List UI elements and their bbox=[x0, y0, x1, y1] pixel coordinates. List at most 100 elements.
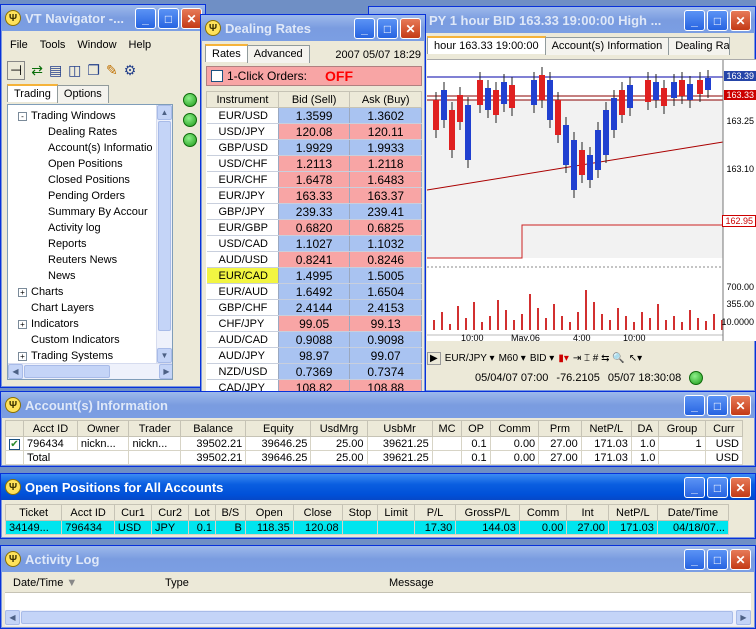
close-button[interactable]: ✕ bbox=[730, 395, 751, 416]
scroll-left-button[interactable]: ◀ bbox=[8, 364, 23, 379]
tree-item[interactable]: Open Positions bbox=[18, 156, 172, 172]
minimize-button[interactable]: _ bbox=[135, 8, 156, 29]
col-header[interactable]: DA bbox=[630, 420, 660, 437]
col-header[interactable]: B/S bbox=[215, 504, 246, 521]
bar-type-icon[interactable]: ▮▾ bbox=[558, 353, 569, 364]
minimize-button[interactable]: _ bbox=[684, 395, 705, 416]
maximize-button[interactable]: □ bbox=[377, 18, 398, 39]
instrument-cell[interactable]: NZD/USD bbox=[206, 363, 279, 380]
ask-cell[interactable]: 1.5005 bbox=[349, 267, 422, 284]
ask-cell[interactable]: 2.4153 bbox=[349, 299, 422, 316]
menu-tools[interactable]: Tools bbox=[34, 39, 72, 51]
position-cell[interactable]: 796434 bbox=[61, 520, 115, 535]
scroll-thumb[interactable] bbox=[158, 121, 171, 331]
account-cell[interactable]: nickn... bbox=[76, 436, 130, 451]
col-header[interactable]: Acct ID bbox=[23, 420, 78, 437]
tree-item[interactable]: Chart Layers bbox=[18, 300, 172, 316]
rate-row[interactable]: GBP/CHF 2.4144 2.4153 bbox=[206, 299, 422, 316]
bid-cell[interactable]: 1.1027 bbox=[278, 235, 351, 252]
one-click-checkbox[interactable] bbox=[211, 70, 223, 82]
scroll-up-button[interactable]: ▲ bbox=[157, 105, 172, 120]
account-cell[interactable]: USD bbox=[704, 436, 744, 451]
col-header[interactable]: Balance bbox=[180, 420, 247, 437]
maximize-button[interactable]: □ bbox=[707, 477, 728, 498]
col-header[interactable]: P/L bbox=[413, 504, 457, 521]
instrument-cell[interactable]: EUR/CHF bbox=[206, 171, 279, 188]
col-header[interactable]: MC bbox=[431, 420, 463, 437]
bid-cell[interactable]: 120.08 bbox=[278, 123, 351, 140]
instrument-cell[interactable]: AUD/USD bbox=[206, 251, 279, 268]
brush-icon[interactable]: ✎ bbox=[106, 62, 118, 79]
rate-row[interactable]: GBP/JPY 239.33 239.41 bbox=[206, 203, 422, 220]
position-cell[interactable]: USD bbox=[113, 520, 153, 535]
expand-icon[interactable]: + bbox=[18, 287, 27, 297]
period-select[interactable]: M60 ▾ bbox=[499, 353, 526, 364]
instrument-cell[interactable]: GBP/USD bbox=[206, 139, 279, 156]
position-cell[interactable] bbox=[377, 520, 415, 535]
pin-icon[interactable]: ⊣ bbox=[7, 60, 26, 80]
scroll-left-button[interactable]: ◀ bbox=[5, 610, 20, 625]
bid-cell[interactable]: 239.33 bbox=[278, 203, 351, 220]
position-cell[interactable]: JPY bbox=[151, 520, 190, 535]
bid-cell[interactable]: 1.6492 bbox=[278, 283, 351, 300]
expand-icon[interactable]: + bbox=[18, 319, 27, 329]
rate-row[interactable]: NZD/USD 0.7369 0.7374 bbox=[206, 363, 422, 380]
tree-item[interactable]: Closed Positions bbox=[18, 172, 172, 188]
col-header[interactable]: Open bbox=[244, 504, 294, 521]
account-cell[interactable]: nickn... bbox=[128, 436, 182, 451]
bid-cell[interactable]: 163.33 bbox=[278, 187, 351, 204]
activity-titlebar[interactable]: Ψ Activity Log bbox=[1, 546, 755, 572]
tab-rates[interactable]: Rates bbox=[205, 44, 248, 62]
account-titlebar[interactable]: Ψ Account(s) Information bbox=[1, 392, 755, 418]
hscroll-thumb[interactable] bbox=[24, 365, 110, 378]
col-header[interactable]: Date/Time bbox=[656, 504, 730, 521]
bid-cell[interactable]: 0.7369 bbox=[278, 363, 351, 380]
tree-item[interactable]: + Trading Systems bbox=[18, 348, 172, 364]
col-header[interactable]: Group bbox=[658, 420, 706, 437]
bid-cell[interactable]: 0.9088 bbox=[278, 331, 351, 348]
check-icon[interactable]: ✔ bbox=[9, 438, 20, 450]
ask-cell[interactable]: 1.9933 bbox=[349, 139, 422, 156]
tree-item[interactable]: Account(s) Informatio bbox=[18, 140, 172, 156]
cursor-icon[interactable]: ↖▾ bbox=[629, 353, 642, 364]
cascade-icon[interactable]: ❐ bbox=[87, 62, 100, 79]
maximize-button[interactable]: □ bbox=[158, 8, 179, 29]
instrument-cell[interactable]: EUR/JPY bbox=[206, 187, 279, 204]
account-cell[interactable]: 0.1 bbox=[461, 436, 491, 451]
symbol-select[interactable]: EUR/JPY ▾ bbox=[445, 353, 495, 364]
col-header[interactable]: Cur1 bbox=[113, 504, 153, 521]
account-cell[interactable]: 796434 bbox=[23, 436, 78, 451]
tree-item[interactable]: News bbox=[18, 268, 172, 284]
col-header[interactable]: Cur2 bbox=[151, 504, 190, 521]
instrument-cell[interactable]: EUR/GBP bbox=[206, 219, 279, 236]
col-header[interactable]: Comm bbox=[518, 504, 568, 521]
minimize-button[interactable]: _ bbox=[354, 18, 375, 39]
menu-window[interactable]: Window bbox=[71, 39, 122, 51]
swap-icon[interactable]: ⇄ bbox=[31, 62, 43, 79]
tree-item[interactable]: Pending Orders bbox=[18, 188, 172, 204]
tree-item[interactable]: Summary By Accour bbox=[18, 204, 172, 220]
minimize-button[interactable]: _ bbox=[684, 10, 705, 31]
col-type[interactable]: Type bbox=[165, 577, 189, 589]
instrument-cell[interactable]: EUR/USD bbox=[206, 107, 279, 124]
instrument-cell[interactable]: CHF/JPY bbox=[206, 315, 279, 332]
scroll-right-button[interactable]: ▶ bbox=[736, 610, 751, 625]
tree-hscroll[interactable]: ◀ ▶ bbox=[8, 363, 172, 379]
tree-item[interactable]: - Trading Windows bbox=[18, 108, 172, 124]
position-cell[interactable] bbox=[341, 520, 379, 535]
instrument-cell[interactable]: USD/CHF bbox=[206, 155, 279, 172]
col-header[interactable]: NetP/L bbox=[580, 420, 632, 437]
close-button[interactable]: ✕ bbox=[181, 8, 202, 29]
ask-cell[interactable]: 0.7374 bbox=[349, 363, 422, 380]
col-header[interactable]: Lot bbox=[188, 504, 217, 521]
tree-item[interactable]: + Indicators bbox=[18, 316, 172, 332]
bid-cell[interactable]: 0.6820 bbox=[278, 219, 351, 236]
position-cell[interactable]: 04/18/07... bbox=[656, 520, 730, 535]
col-header[interactable]: Equity bbox=[245, 420, 312, 437]
rate-row[interactable]: CHF/JPY 99.05 99.13 bbox=[206, 315, 422, 332]
tab-dealing-rates[interactable]: Dealing Ra bbox=[668, 37, 731, 55]
position-cell[interactable]: 34149... bbox=[4, 520, 63, 535]
price-chart[interactable]: 163.39 163.33 163.25 163.10 162.95 700.0… bbox=[427, 59, 756, 341]
account-cell[interactable]: 25.00 bbox=[310, 436, 368, 451]
instrument-cell[interactable]: AUD/CAD bbox=[206, 331, 279, 348]
